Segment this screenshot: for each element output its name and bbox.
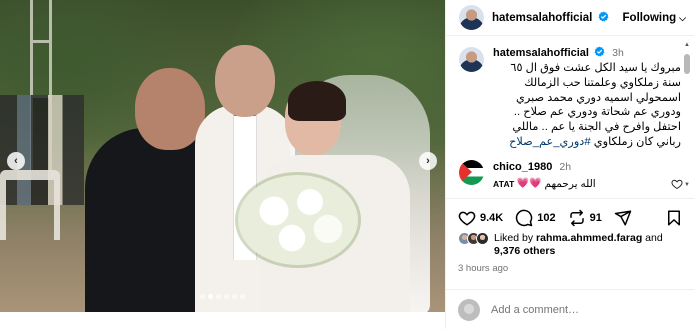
carousel-dot [216, 294, 221, 299]
comment-item: chico_1980 2h ATAT 💗💗 الله يرحمهم [446, 150, 694, 190]
comment-text: الله يرحمهم [544, 177, 596, 190]
bouquet [238, 175, 358, 265]
author-username[interactable]: hatemsalahofficial [492, 11, 609, 24]
liked-by-and: and [642, 232, 663, 244]
carousel-prev-button[interactable]: ‹ [7, 152, 25, 170]
caption-hashtag[interactable]: #دوري_عم_صلاح [509, 136, 591, 148]
caption-text: مبروك يا سيد الكل عشت فوق ال ٦٥ سنة زملك… [493, 61, 683, 150]
background-chair [0, 170, 60, 240]
author-avatar[interactable] [459, 5, 484, 30]
carousel-next-button[interactable]: › [419, 152, 437, 170]
add-comment-bar [446, 289, 694, 329]
add-comment-input[interactable] [491, 303, 641, 316]
like-button[interactable]: 9.4K [458, 209, 503, 227]
comment-button[interactable]: 102 [515, 209, 556, 227]
following-dropdown[interactable]: Following ⌵ [623, 12, 686, 24]
carousel-dot [224, 294, 229, 299]
action-bar: 9.4K 102 91 [446, 199, 694, 229]
comments-list: hatemsalahofficial 3h مبروك يا سيد الكل … [446, 40, 694, 198]
bookmark-icon [668, 210, 680, 226]
scroll-down-arrow-icon[interactable]: ▼ [683, 182, 691, 188]
liker-avatar [476, 232, 489, 245]
heart-icon [458, 211, 476, 226]
comment-time: 2h [559, 160, 572, 173]
repost-button[interactable]: 91 [568, 209, 602, 227]
post-timestamp[interactable]: 3 hours ago [446, 258, 694, 274]
caption-time: 3h [612, 47, 624, 59]
carousel-dot [208, 294, 213, 299]
caption: hatemsalahofficial 3h مبروك يا سيد الكل … [446, 40, 694, 150]
repost-count: 91 [589, 212, 602, 224]
carousel-dot [232, 294, 237, 299]
chevron-right-icon: › [426, 155, 430, 167]
post-photo[interactable]: ‹ › [0, 0, 445, 312]
share-button[interactable] [614, 209, 636, 227]
scrollbar-thumb[interactable] [684, 54, 690, 74]
verified-badge-icon [598, 11, 609, 22]
verified-badge-icon [594, 46, 605, 57]
liked-by-others[interactable]: 9,376 others [494, 245, 555, 257]
carousel-dots [0, 294, 445, 299]
current-user-avatar [458, 298, 480, 321]
post-side-panel: hatemsalahofficial Following ⌵ hatemsalah… [445, 0, 694, 329]
caption-author-avatar[interactable] [459, 47, 484, 72]
comment-count: 102 [537, 212, 556, 224]
likes-summary: Liked by rahma.ahmmed.farag and 9,376 ot… [446, 229, 694, 258]
post-actions-section: 9.4K 102 91 Liked by rahma.ahmmed.farag … [446, 198, 694, 289]
repost-icon [569, 209, 584, 227]
commenter-avatar[interactable] [459, 159, 484, 185]
post-header: hatemsalahofficial Following ⌵ [446, 0, 694, 36]
liker-avatars [458, 232, 489, 258]
caption-username[interactable]: hatemsalahofficial [493, 47, 589, 59]
liked-by-prefix: Liked by [494, 232, 537, 244]
comment-prefix: ATAT [493, 178, 515, 189]
liked-by-user[interactable]: rahma.ahmmed.farag [536, 232, 642, 244]
commenter-username[interactable]: chico_1980 [493, 161, 552, 173]
carousel-dot [200, 294, 205, 299]
comments-scrollbar[interactable]: ▲ ▼ [683, 42, 691, 188]
save-button[interactable] [665, 209, 683, 227]
like-count: 9.4K [480, 212, 504, 224]
comment-like-heart-icon[interactable] [671, 178, 683, 190]
chevron-down-icon: ⌵ [679, 12, 686, 23]
chevron-left-icon: ‹ [14, 155, 18, 167]
scroll-up-arrow-icon[interactable]: ▲ [683, 42, 691, 48]
carousel-dot [240, 294, 245, 299]
send-icon [614, 210, 632, 226]
comment-bubble-icon [516, 209, 533, 227]
comment-hearts: 💗💗 [516, 178, 542, 190]
